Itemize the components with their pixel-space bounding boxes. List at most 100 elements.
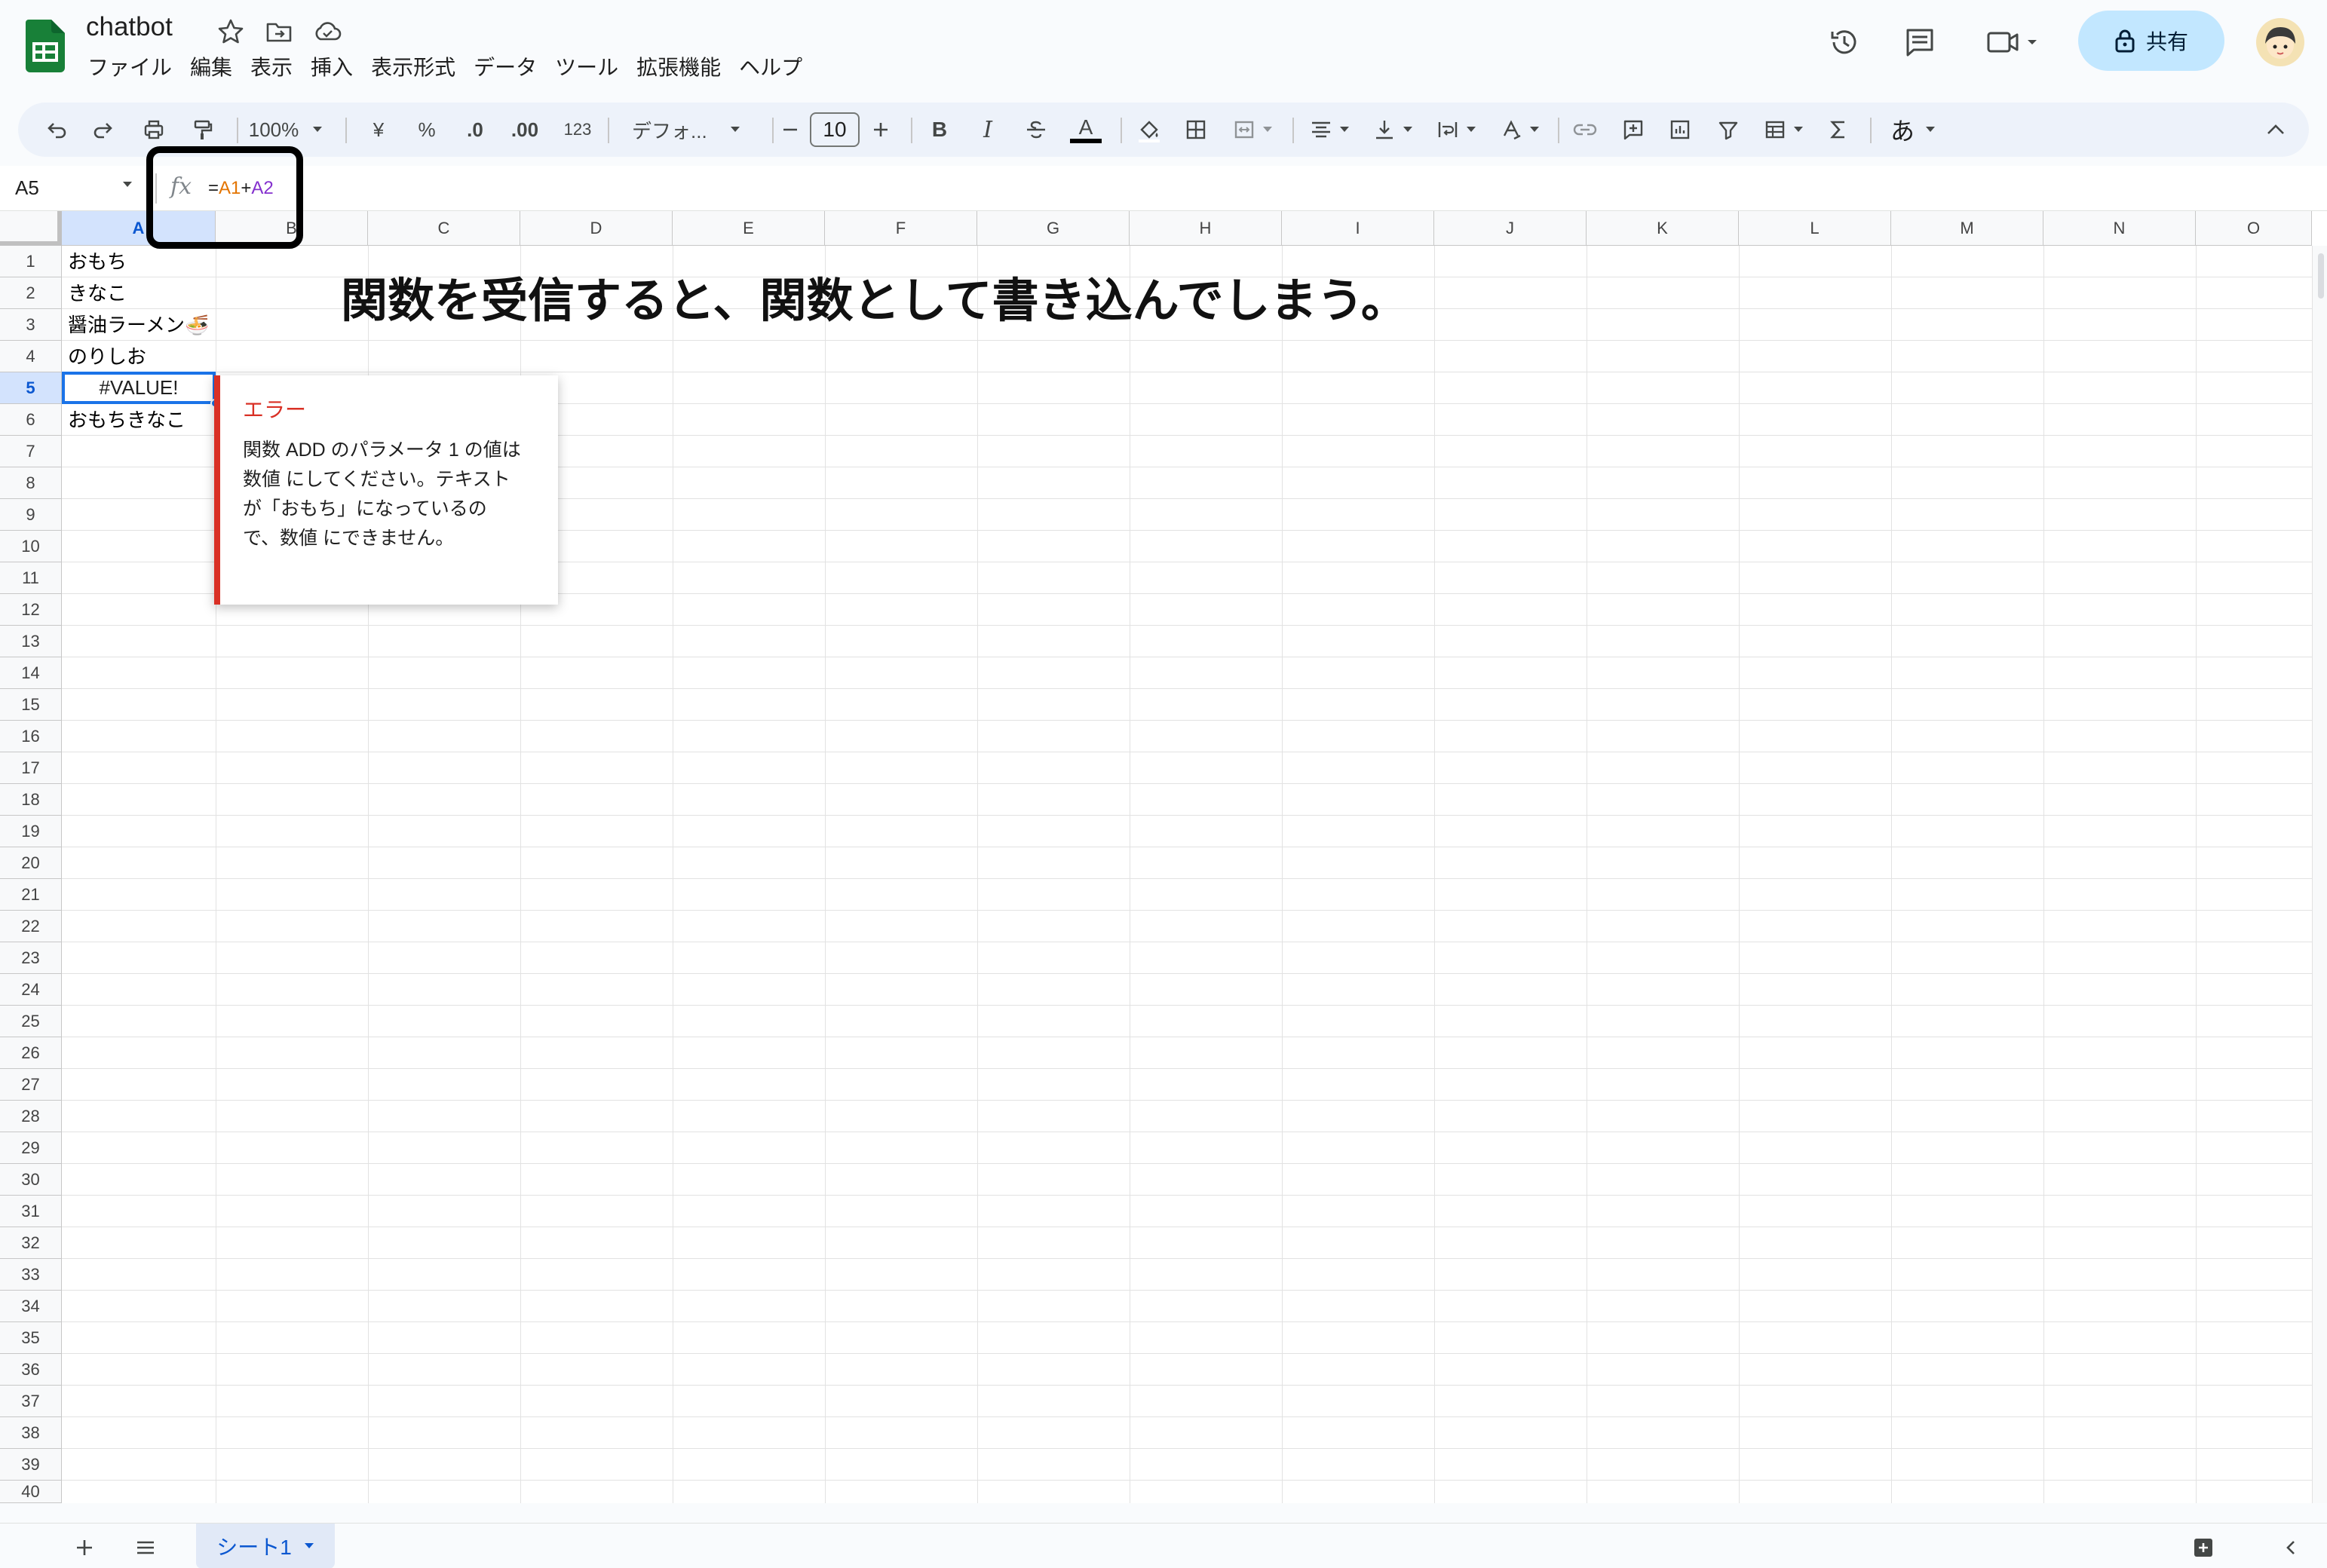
column-header-n[interactable]: N [2043,211,2196,246]
menu-view[interactable]: 表示 [241,53,302,83]
cell-a2[interactable]: きなこ [68,277,127,309]
column-header-k[interactable]: K [1587,211,1739,246]
percent-format-button[interactable]: % [410,112,443,148]
increase-decimal-button[interactable]: .00 [504,112,546,148]
increase-font-size-button[interactable] [866,112,896,148]
chevron-down-icon[interactable] [122,181,133,188]
row-header-25[interactable]: 25 [0,1006,62,1037]
menu-help[interactable]: ヘルプ [730,53,811,83]
add-sheet-icon[interactable] [74,1537,95,1558]
filter-button[interactable] [1710,112,1746,148]
menu-insert[interactable]: 挿入 [302,53,362,83]
menu-format[interactable]: 表示形式 [362,53,464,83]
font-size-input[interactable]: 10 [810,112,860,147]
column-header-o[interactable]: O [2196,211,2312,246]
spreadsheet-grid[interactable]: A B C D E F G H I J K L M N O 1 2 3 4 5 … [0,211,2327,1503]
strikethrough-button[interactable] [1019,112,1053,148]
text-wrap-button[interactable] [1428,112,1484,148]
row-header-8[interactable]: 8 [0,467,62,499]
redo-button[interactable] [86,112,122,148]
cell-a1[interactable]: おもち [68,246,127,277]
merge-cells-button[interactable] [1225,112,1280,148]
column-header-g[interactable]: G [977,211,1130,246]
column-header-h[interactable]: H [1130,211,1282,246]
row-header-11[interactable]: 11 [0,562,62,594]
sheet-tab-1[interactable]: シート1 [196,1524,335,1568]
row-header-21[interactable]: 21 [0,879,62,911]
column-header-i[interactable]: I [1282,211,1434,246]
font-family-select[interactable]: デフォ... [621,112,760,148]
row-header-33[interactable]: 33 [0,1259,62,1291]
document-title[interactable]: chatbot [86,12,173,42]
insert-link-button[interactable] [1567,112,1603,148]
row-header-24[interactable]: 24 [0,974,62,1006]
comments-button[interactable] [1899,21,1941,63]
row-header-28[interactable]: 28 [0,1101,62,1132]
row-header-39[interactable]: 39 [0,1449,62,1481]
row-header-38[interactable]: 38 [0,1417,62,1449]
row-header-6[interactable]: 6 [0,404,62,436]
row-header-23[interactable]: 23 [0,942,62,974]
row-header-37[interactable]: 37 [0,1386,62,1417]
row-header-12[interactable]: 12 [0,594,62,626]
row-header-13[interactable]: 13 [0,626,62,657]
all-sheets-menu-icon[interactable] [134,1537,157,1558]
row-header-14[interactable]: 14 [0,657,62,689]
chevron-down-icon[interactable] [304,1542,314,1550]
row-header-1[interactable]: 1 [0,246,62,277]
row-header-18[interactable]: 18 [0,784,62,816]
menu-tools[interactable]: ツール [546,53,627,83]
row-header-35[interactable]: 35 [0,1322,62,1354]
vertical-scroll-thumb[interactable] [2318,253,2324,299]
borders-button[interactable] [1178,112,1214,148]
print-button[interactable] [136,112,172,148]
cell-a6[interactable]: おもちきなこ [68,404,185,436]
row-header-32[interactable]: 32 [0,1227,62,1259]
vertical-scrollbar[interactable] [2312,246,2327,1503]
row-header-4[interactable]: 4 [0,341,62,372]
more-formats-button[interactable]: 123 [555,112,600,148]
row-header-27[interactable]: 27 [0,1069,62,1101]
decrease-font-size-button[interactable] [775,112,805,148]
row-header-15[interactable]: 15 [0,689,62,721]
fill-color-button[interactable] [1130,112,1169,148]
input-tools-button[interactable]: あ [1879,112,1947,148]
currency-format-button[interactable]: ¥ [362,112,395,148]
cell-a4[interactable]: のりしお [68,341,146,372]
row-header-7[interactable]: 7 [0,436,62,467]
italic-button[interactable]: I [971,112,1004,148]
version-history-button[interactable] [1823,21,1866,63]
row-header-10[interactable]: 10 [0,531,62,562]
cloud-saved-icon[interactable] [312,17,342,47]
move-folder-icon[interactable] [264,17,294,47]
filter-views-button[interactable] [1755,112,1811,148]
row-header-36[interactable]: 36 [0,1354,62,1386]
row-header-40[interactable]: 40 [0,1481,62,1503]
user-avatar[interactable] [2256,18,2304,66]
undo-button[interactable] [38,112,74,148]
row-header-3[interactable]: 3 [0,309,62,341]
row-header-29[interactable]: 29 [0,1132,62,1164]
column-header-j[interactable]: J [1434,211,1587,246]
decrease-decimal-button[interactable]: .0 [457,112,493,148]
row-header-26[interactable]: 26 [0,1037,62,1069]
functions-button[interactable] [1820,112,1856,148]
row-header-17[interactable]: 17 [0,752,62,784]
menu-file[interactable]: ファイル [78,53,181,83]
star-icon[interactable] [216,17,246,47]
zoom-select[interactable]: 100% [244,112,327,148]
insert-chart-button[interactable] [1662,112,1698,148]
column-header-m[interactable]: M [1891,211,2043,246]
name-box[interactable]: A5 [15,176,39,200]
row-header-5[interactable]: 5 [0,372,62,404]
row-header-22[interactable]: 22 [0,911,62,942]
meet-button[interactable] [1980,21,2048,63]
collapse-toolbar-button[interactable] [2258,112,2294,148]
text-color-button[interactable]: A [1066,112,1105,148]
row-header-9[interactable]: 9 [0,499,62,531]
menu-data[interactable]: データ [464,53,546,83]
vertical-align-button[interactable] [1365,112,1421,148]
row-header-16[interactable]: 16 [0,721,62,752]
share-button[interactable]: 共有 [2078,11,2224,71]
google-sheets-logo-icon[interactable] [26,20,65,72]
